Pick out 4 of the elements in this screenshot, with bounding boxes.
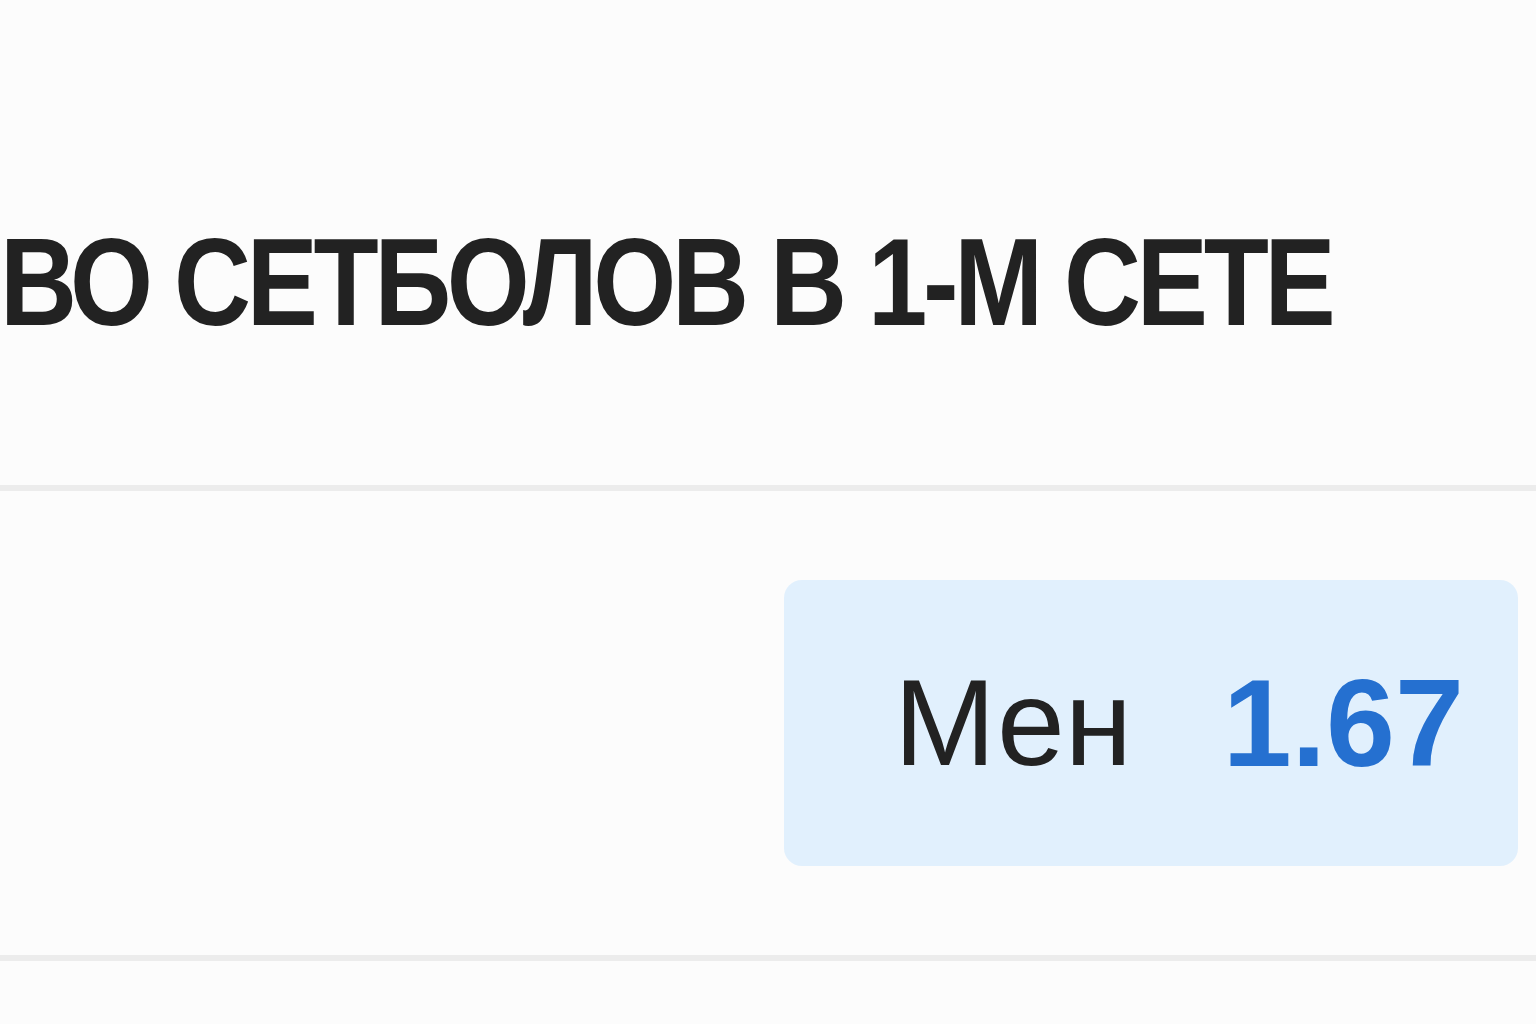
market-title: ВО СЕТБОЛОВ В 1-М СЕТЕ bbox=[0, 211, 1332, 353]
outcome-label: Мен bbox=[894, 654, 1133, 793]
odds-value: 1.67 bbox=[1222, 653, 1464, 794]
odds-button[interactable]: Мен 1.67 bbox=[784, 580, 1518, 866]
